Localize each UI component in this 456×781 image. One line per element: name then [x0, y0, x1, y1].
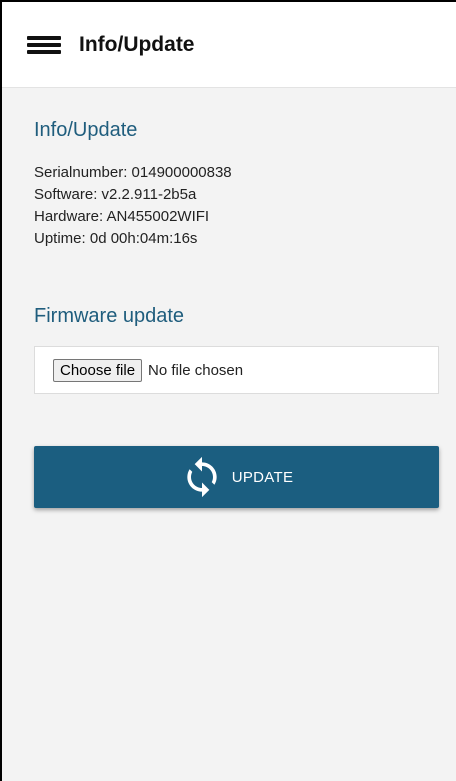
uptime-text: Uptime: 0d 00h:04m:16s [34, 230, 198, 247]
device-info-list: Serialnumber: 014900000838 Software: v2.… [34, 162, 439, 250]
update-button[interactable]: UPDATE [34, 446, 439, 508]
hamburger-line [27, 42, 61, 47]
refresh-icon [180, 455, 224, 499]
hamburger-line [27, 35, 61, 40]
choose-file-button[interactable]: Choose file [53, 358, 143, 382]
update-button-label: UPDATE [231, 468, 294, 486]
top-bar: Info/Update [2, 2, 456, 88]
hardware-version-text: Hardware: AN455002WIFI [34, 208, 210, 225]
firmware-update-heading: Firmware update [34, 305, 185, 327]
file-input-box: Choose file No file chosen [34, 346, 439, 394]
serial-number-text: Serialnumber: 014900000838 [34, 164, 232, 181]
main-content: Info/Update Serialnumber: 014900000838 S… [2, 88, 456, 508]
hamburger-menu-icon[interactable] [27, 30, 61, 60]
page-title: Info/Update [79, 32, 195, 56]
info-heading: Info/Update [34, 119, 138, 141]
app-frame: Info/Update Info/Update Serialnumber: 01… [0, 0, 456, 781]
software-version-text: Software: v2.2.911-2b5a [34, 186, 197, 203]
file-status-text: No file chosen [148, 361, 244, 379]
hamburger-line [27, 49, 61, 54]
